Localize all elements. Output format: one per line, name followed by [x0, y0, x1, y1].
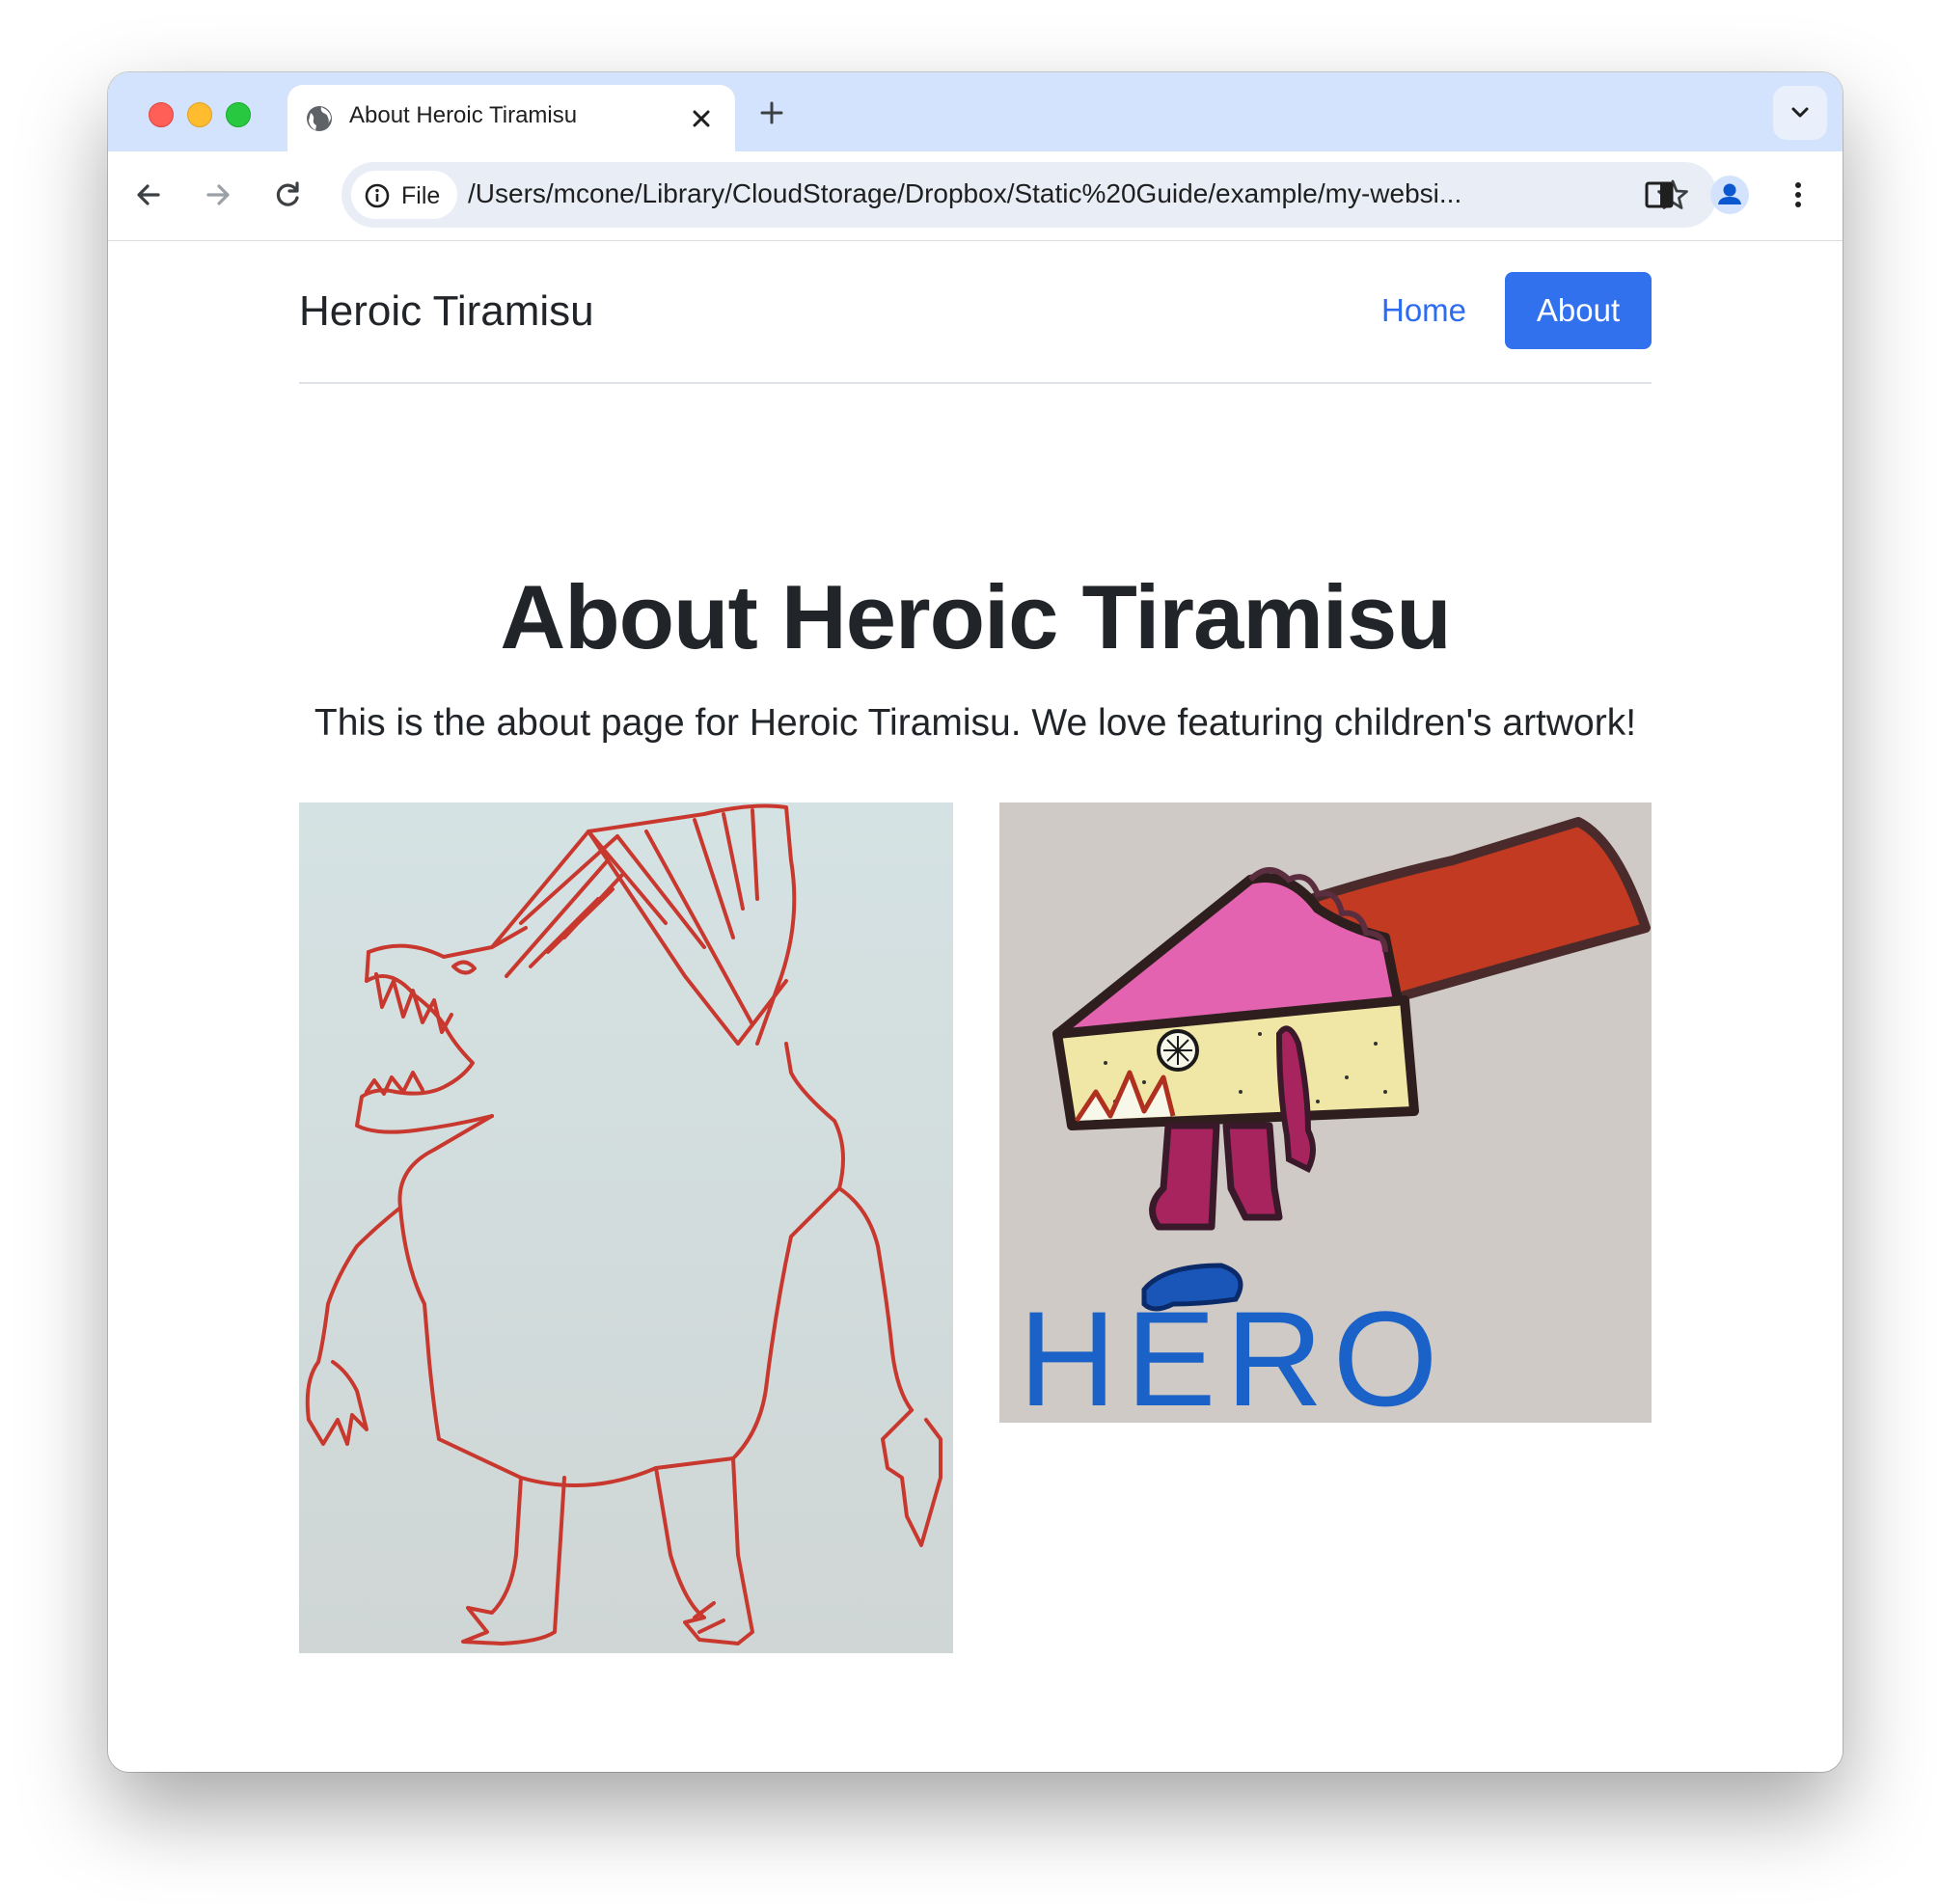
page-content: Heroic Tiramisu Home About About Heroic …: [108, 241, 1843, 1772]
tab-title: About Heroic Tiramisu: [349, 102, 578, 128]
browser-window: About Heroic Tiramisu File /Users/mcone/…: [108, 72, 1843, 1772]
minimize-window-button[interactable]: [187, 102, 212, 127]
kebab-menu-icon[interactable]: [1781, 177, 1816, 212]
profile-avatar-icon[interactable]: [1709, 175, 1750, 215]
side-panel-icon[interactable]: [1642, 177, 1677, 212]
address-bar[interactable]: File /Users/mcone/Library/CloudStorage/D…: [341, 162, 1717, 228]
site-brand-link[interactable]: Heroic Tiramisu: [299, 287, 594, 336]
chevron-down-icon: [1791, 107, 1809, 118]
browser-toolbar: File /Users/mcone/Library/CloudStorage/D…: [108, 151, 1843, 241]
tab-strip: About Heroic Tiramisu: [108, 72, 1843, 151]
info-icon: [365, 183, 390, 208]
back-arrow-icon[interactable]: [131, 177, 166, 212]
artwork-hero-text: HERO: [1019, 1283, 1447, 1423]
plus-icon[interactable]: [756, 97, 787, 128]
site-info-label: File: [401, 182, 441, 209]
page-title: About Heroic Tiramisu: [500, 566, 1451, 667]
artwork-cake-hero-image: HERO: [999, 802, 1652, 1423]
close-window-button[interactable]: [149, 102, 174, 127]
browser-tab-active[interactable]: About Heroic Tiramisu: [287, 85, 735, 151]
url-text[interactable]: /Users/mcone/Library/CloudStorage/Dropbo…: [468, 178, 1548, 209]
nav-home-link[interactable]: Home: [1364, 272, 1484, 349]
artwork-dinosaur-image: [299, 802, 953, 1653]
header-divider: [299, 382, 1652, 384]
nav-about-link-active[interactable]: About: [1505, 272, 1652, 349]
maximize-window-button[interactable]: [226, 102, 251, 127]
reload-icon[interactable]: [270, 177, 305, 212]
tab-search-button[interactable]: [1773, 86, 1827, 140]
close-tab-icon[interactable]: [687, 104, 716, 133]
site-info-chip[interactable]: File: [351, 171, 457, 219]
globe-icon: [307, 106, 332, 131]
forward-arrow-icon[interactable]: [201, 177, 235, 212]
page-lead: This is the about page for Heroic Tirami…: [314, 702, 1637, 744]
